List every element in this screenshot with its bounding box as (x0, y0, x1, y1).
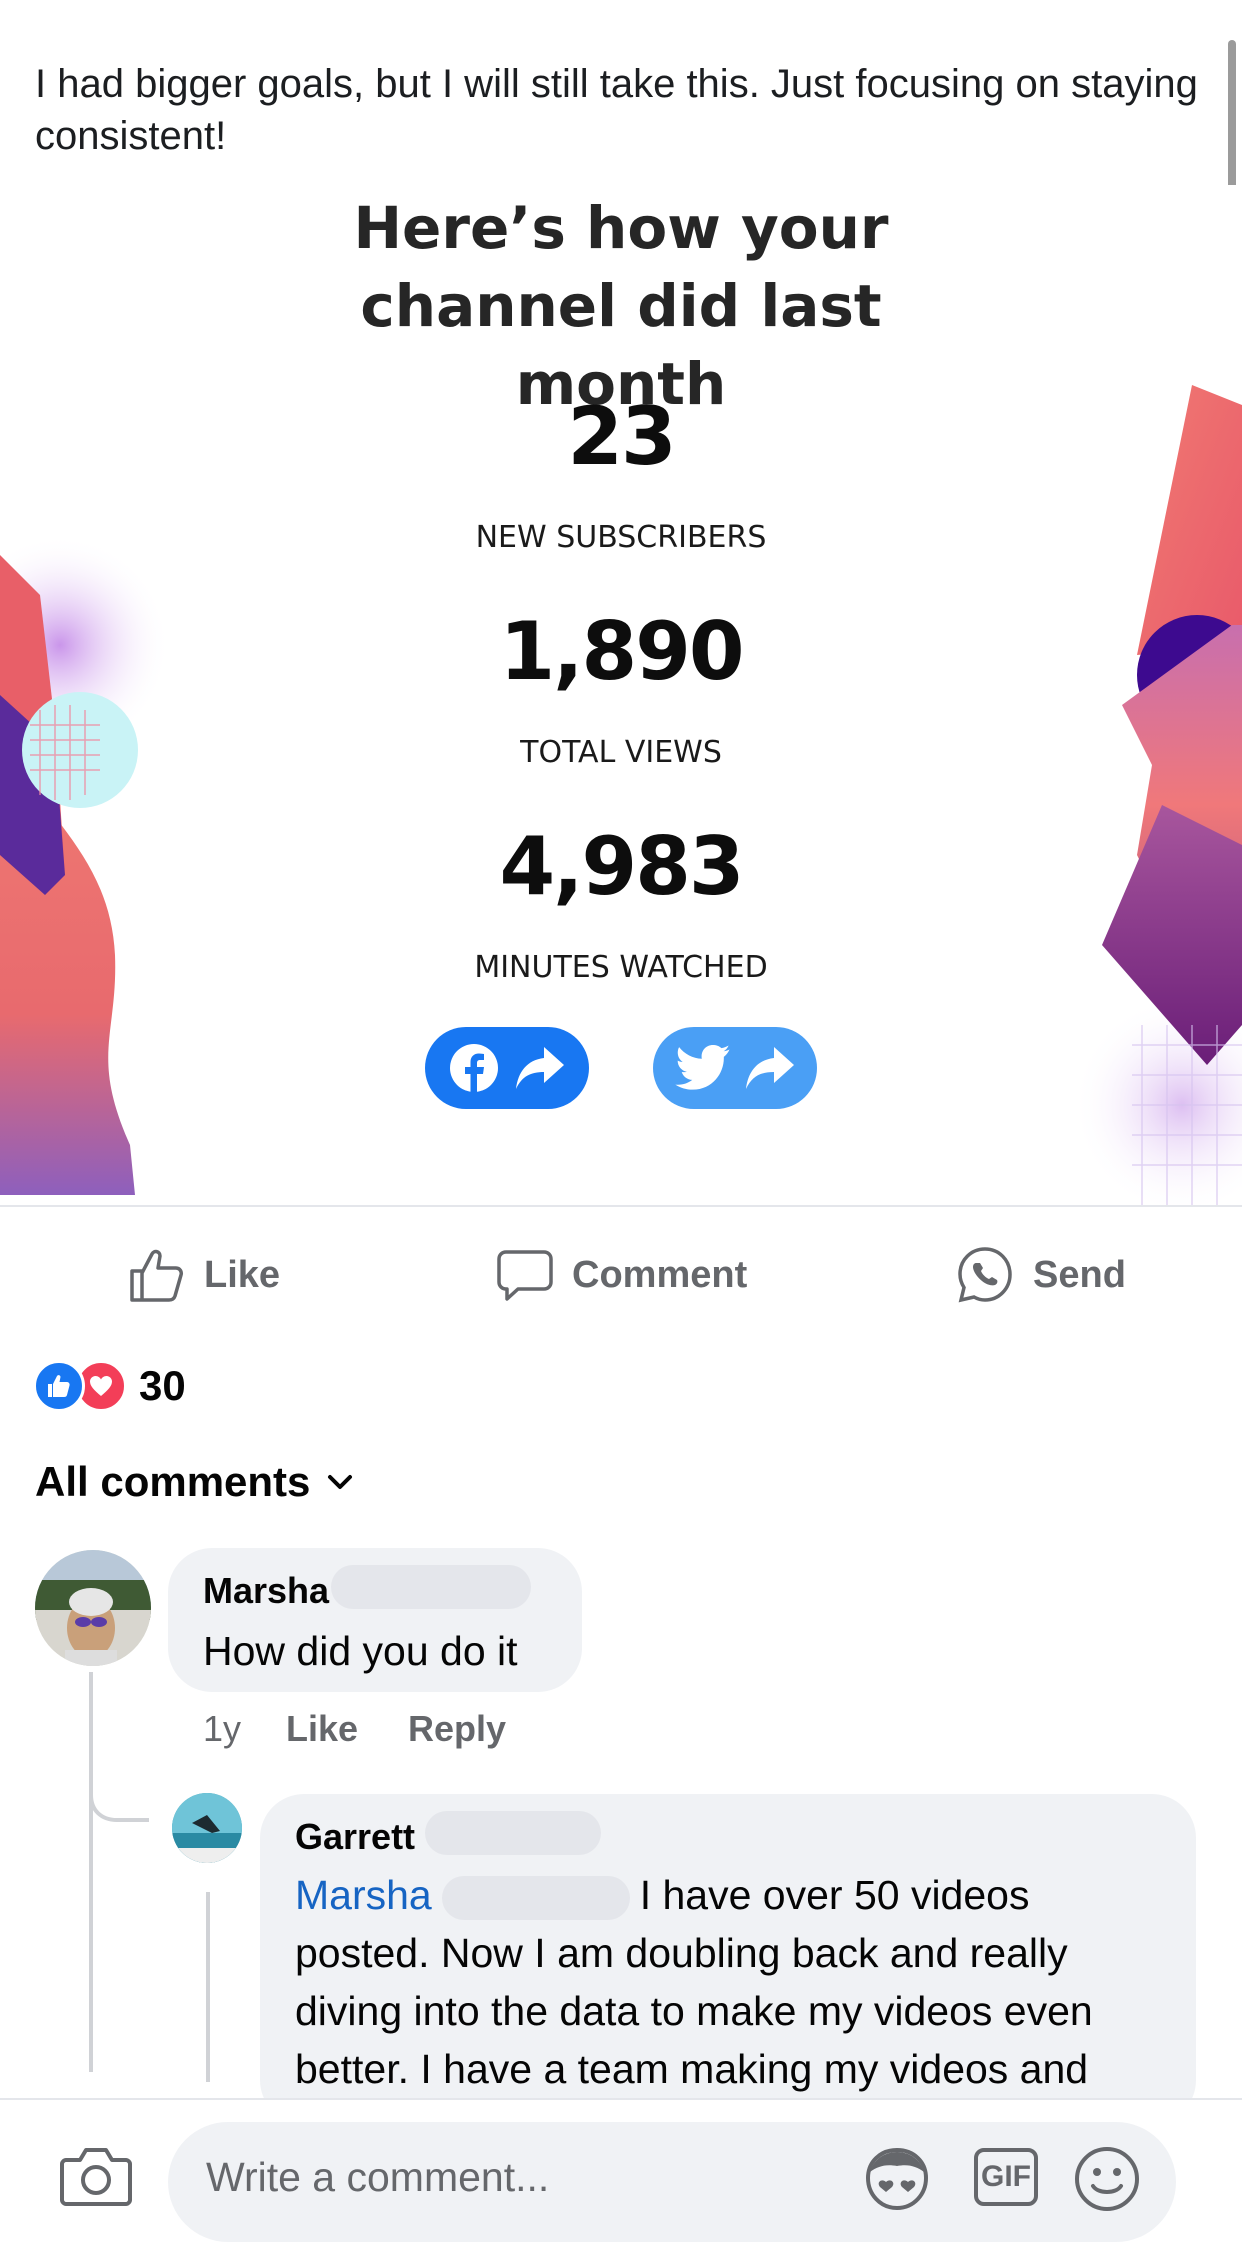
redacted-name (441, 1876, 630, 1921)
twitter-share-icon (675, 1045, 730, 1090)
facebook-share-icon (450, 1044, 498, 1094)
redacted-name (331, 1565, 532, 1610)
post-action-bar: Like Comment Send (0, 1225, 1242, 1325)
twitter-share-button[interactable] (653, 1027, 817, 1109)
comment-button[interactable]: Comment (496, 1225, 747, 1325)
new-subscribers-label: NEW SUBSCRIBERS (475, 520, 767, 555)
card-title: Here’s how your channel did last month (353, 194, 889, 418)
whatsapp-icon (958, 1247, 1012, 1303)
comment-reply-link[interactable]: Reply (408, 1708, 506, 1750)
comment-time: 1y (203, 1708, 242, 1749)
total-views-value: 1,890 (499, 605, 744, 698)
new-subscribers-value: 23 (567, 390, 676, 483)
reaction-count: 30 (139, 1362, 186, 1409)
channel-stats-card[interactable]: Here’s how your channel did last month 2… (0, 185, 1242, 1205)
avatar[interactable] (172, 1793, 242, 1863)
comment-input-container: GIF (168, 2122, 1176, 2242)
send-button[interactable]: Send (955, 1225, 1126, 1325)
emoji-icon[interactable] (1072, 2144, 1142, 2214)
thumbs-up-icon (130, 1249, 183, 1302)
reply-author-name[interactable]: Garrett (295, 1816, 415, 1857)
comment-sort-label: All comments (35, 1458, 311, 1505)
redacted-name (425, 1811, 602, 1856)
comment-bubble-icon (497, 1250, 553, 1301)
post-text: I had bigger goals, but I will still tak… (35, 62, 1198, 158)
comment-text: How did you do it (203, 1628, 518, 1674)
reply-text: posted. Now I am doubling back and reall… (295, 1930, 1093, 2092)
gif-label: GIF (981, 2160, 1031, 2193)
mention-link[interactable]: Marsha (295, 1872, 432, 1918)
reply-text-first-line: I have over 50 videos (639, 1872, 1030, 1918)
divider (0, 1205, 1242, 1207)
decorative-shapes-right (1072, 385, 1242, 1205)
thread-connector (89, 1770, 149, 1822)
share-arrow-icon (516, 1047, 564, 1089)
comment-bubble[interactable]: Marsha How did you do it (168, 1548, 582, 1692)
chevron-down-icon (328, 1475, 353, 1489)
comment-label: Comment (572, 1253, 748, 1296)
facebook-share-button[interactable] (425, 1027, 589, 1109)
like-button[interactable]: Like (128, 1225, 280, 1325)
comment-composer: GIF (0, 2098, 1242, 2242)
minutes-watched-label: MINUTES WATCHED (474, 950, 768, 985)
total-views-label: TOTAL VIEWS (520, 735, 722, 770)
gif-button[interactable]: GIF (974, 2148, 1038, 2206)
avatar-sticker-icon[interactable] (860, 2144, 934, 2214)
like-reaction-icon (33, 1360, 85, 1412)
send-label: Send (1033, 1253, 1126, 1296)
commenter-name[interactable]: Marsha (203, 1570, 329, 1611)
share-arrow-icon (746, 1047, 794, 1089)
comment-like-link[interactable]: Like (286, 1708, 358, 1750)
thread-line (89, 1672, 93, 2072)
like-label: Like (204, 1253, 281, 1296)
comment-sort-dropdown[interactable]: All comments (35, 1458, 354, 1506)
comment-input[interactable] (204, 2146, 808, 2208)
camera-icon[interactable] (60, 2144, 132, 2208)
minutes-watched-value: 4,983 (499, 820, 744, 913)
avatar[interactable] (35, 1550, 151, 1666)
thread-line (206, 1892, 210, 2082)
reactions-summary[interactable]: 30 (33, 1358, 186, 1414)
reply-bubble[interactable]: Garrett Marsha I have over 50 videos post… (260, 1794, 1196, 2124)
